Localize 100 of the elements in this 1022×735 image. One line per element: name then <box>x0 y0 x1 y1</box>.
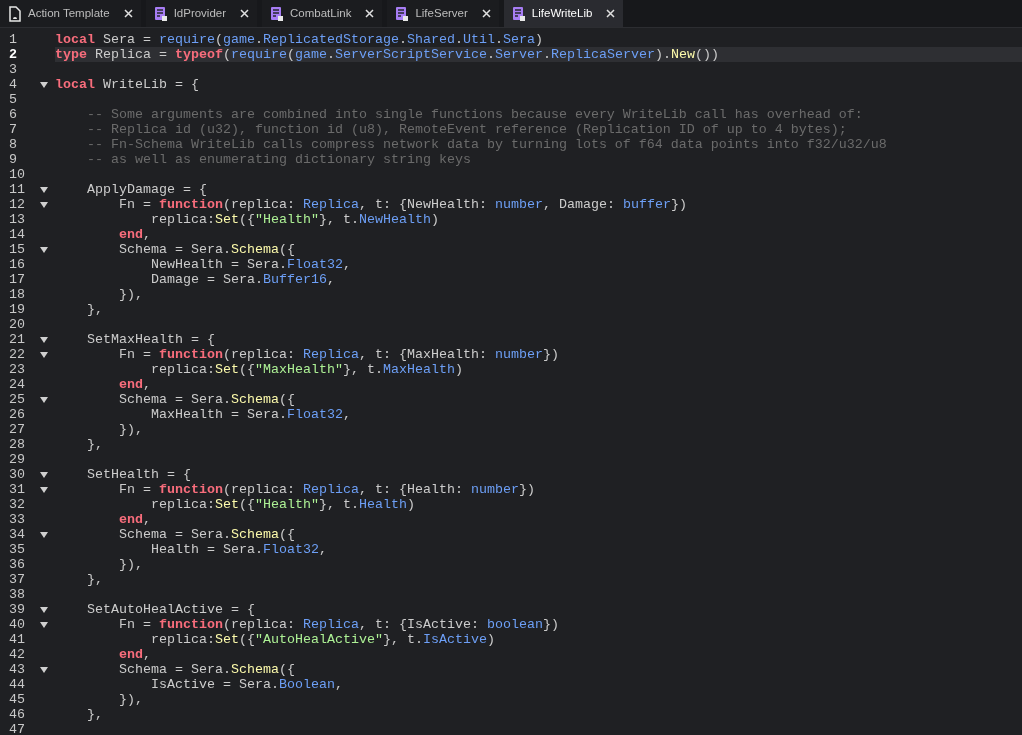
code-line: }, <box>86 437 104 452</box>
code-line: replica:Set({"Health"}, t.NewHealth) <box>149 212 440 227</box>
fold-arrow-icon[interactable] <box>40 471 48 478</box>
close-icon[interactable] <box>606 9 616 18</box>
script-icon <box>395 5 410 22</box>
line-number: 45 <box>8 692 26 707</box>
code-line: Schema = Sera.Schema({ <box>118 527 296 542</box>
close-icon[interactable] <box>240 9 250 18</box>
line-number: 36 <box>8 557 26 572</box>
line-number: 4 <box>8 77 18 92</box>
fold-arrow-icon[interactable] <box>40 246 48 253</box>
line-number: 9 <box>8 152 18 167</box>
code-line: }), <box>118 557 144 572</box>
line-number: 29 <box>8 452 26 467</box>
line-number: 46 <box>8 707 26 722</box>
line-number: 47 <box>8 722 26 735</box>
line-number: 6 <box>8 107 18 122</box>
code-line: SetAutoHealActive = { <box>86 602 256 617</box>
code-line: }), <box>118 422 144 437</box>
fold-arrow-icon[interactable] <box>40 621 48 628</box>
code-line: Fn = function(replica: Replica, t: {NewHealth: number, Damage: buffer}) <box>118 197 688 212</box>
code-line: }, <box>86 302 104 317</box>
fold-arrow-icon[interactable] <box>40 396 48 403</box>
close-icon[interactable] <box>481 9 491 18</box>
editor-tab[interactable]: CombatLink <box>262 0 383 27</box>
line-number: 44 <box>8 677 26 692</box>
line-number: 32 <box>8 497 26 512</box>
line-number: 42 <box>8 647 26 662</box>
tab-label[interactable]: CombatLink <box>290 4 352 23</box>
code-line: Fn = function(replica: Replica, t: {MaxHealth: number}) <box>118 347 560 362</box>
editor-tab[interactable]: LifeWriteLib <box>503 0 624 27</box>
editor-tab[interactable]: Action Template <box>0 0 141 27</box>
code-line: IsActive = Sera.Boolean, <box>149 677 344 692</box>
fold-arrow-icon[interactable] <box>40 186 48 193</box>
line-number: 5 <box>8 92 18 107</box>
tab-label[interactable]: IdProvider <box>173 4 227 23</box>
line-number: 35 <box>8 542 26 557</box>
code-line: -- Some arguments are combined into single functions because every WriteLib call has overhead of: <box>86 107 864 122</box>
code-line: ApplyDamage = { <box>86 182 208 197</box>
code-line: SetHealth = { <box>86 467 192 482</box>
line-number: 39 <box>8 602 26 617</box>
code-line: Schema = Sera.Schema({ <box>118 242 296 257</box>
line-number: 40 <box>8 617 26 632</box>
tab-label[interactable]: LifeWriteLib <box>531 4 593 23</box>
line-number: 27 <box>8 422 26 437</box>
line-number: 31 <box>8 482 26 497</box>
code-line: }), <box>118 287 144 302</box>
close-icon[interactable] <box>123 9 133 18</box>
code-line: end, <box>118 647 152 662</box>
tab-label[interactable]: Action Template <box>28 4 110 23</box>
line-number: 19 <box>8 302 26 317</box>
script-icon <box>153 5 168 22</box>
line-number: 1 <box>8 32 18 47</box>
fold-arrow-icon[interactable] <box>40 201 48 208</box>
code-line: Health = Sera.Float32, <box>149 542 328 557</box>
code-line: }), <box>118 692 144 707</box>
code-line: replica:Set({"MaxHealth"}, t.MaxHealth) <box>149 362 464 377</box>
code-line: Fn = function(replica: Replica, t: {IsActive: boolean}) <box>118 617 560 632</box>
code-line: NewHealth = Sera.Float32, <box>149 257 352 272</box>
line-number: 3 <box>8 62 18 77</box>
editor-tab[interactable]: LifeServer <box>387 0 499 27</box>
line-number: 14 <box>8 227 26 242</box>
line-number: 37 <box>8 572 26 587</box>
code-line: }, <box>86 572 104 587</box>
line-number: 13 <box>8 212 26 227</box>
code-line: -- as well as enumerating dictionary string keys <box>86 152 472 167</box>
document-icon <box>8 5 22 22</box>
line-number: 25 <box>8 392 26 407</box>
fold-arrow-icon[interactable] <box>40 486 48 493</box>
close-icon[interactable] <box>365 9 375 18</box>
tab-label[interactable]: LifeServer <box>415 4 468 23</box>
fold-arrow-icon[interactable] <box>40 351 48 358</box>
code-line: MaxHealth = Sera.Float32, <box>149 407 352 422</box>
line-number: 8 <box>8 137 18 152</box>
line-number: 30 <box>8 467 26 482</box>
code-line: Schema = Sera.Schema({ <box>118 392 296 407</box>
fold-arrow-icon[interactable] <box>40 336 48 343</box>
line-number: 20 <box>8 317 26 332</box>
line-number: 12 <box>8 197 26 212</box>
code-line: replica:Set({"AutoHealActive"}, t.IsActive) <box>149 632 496 647</box>
script-icon <box>270 5 285 22</box>
code-line: end, <box>118 512 152 527</box>
line-number: 17 <box>8 272 26 287</box>
code-line: -- Replica id (u32), function id (u8), RemoteEvent reference (Replication ID of up to 4 bytes); <box>86 122 848 137</box>
editor-tab[interactable]: IdProvider <box>145 0 258 27</box>
code-line: Schema = Sera.Schema({ <box>118 662 296 677</box>
line-number: 43 <box>8 662 26 677</box>
fold-arrow-icon[interactable] <box>40 81 48 88</box>
code-line: local Sera = require(game.ReplicatedStorage.Shared.Util.Sera) <box>55 32 544 47</box>
line-number: 33 <box>8 512 26 527</box>
script-icon <box>511 5 526 22</box>
line-number: 15 <box>8 242 26 257</box>
fold-arrow-icon[interactable] <box>40 606 48 613</box>
line-number: 18 <box>8 287 26 302</box>
fold-arrow-icon[interactable] <box>40 531 48 538</box>
line-number: 22 <box>8 347 26 362</box>
fold-arrow-icon[interactable] <box>40 666 48 673</box>
line-number: 21 <box>8 332 26 347</box>
line-number: 16 <box>8 257 26 272</box>
line-number: 2 <box>8 47 18 62</box>
